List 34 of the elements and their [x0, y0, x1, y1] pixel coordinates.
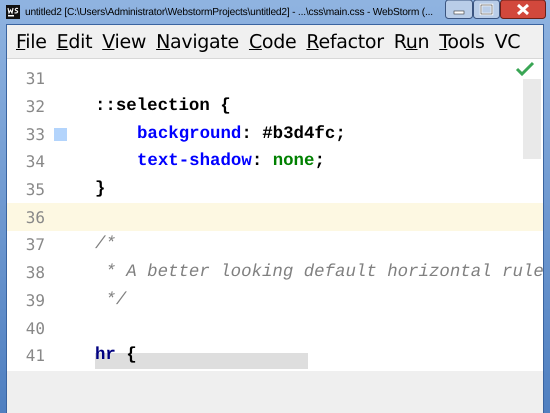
code-line: text-shadow: none;	[137, 152, 325, 172]
menu-item[interactable]: Run	[388, 30, 434, 52]
code-line: ::selection {	[95, 97, 231, 116]
window-title: untitled2 [C:\Users\Administrator\WebstormProjects\untitled2] - ...\css\main.css - WebStorm (...	[25, 6, 433, 18]
code-line: */	[104, 290, 126, 310]
menu-item[interactable]: File	[11, 30, 52, 52]
line-number: 41	[24, 346, 45, 366]
code-line: * A better looking default horizontal rule	[104, 263, 543, 282]
close-button[interactable]	[500, 0, 546, 19]
line-number: 35	[24, 180, 45, 200]
code-line: background: #b3d4fc;	[137, 124, 346, 144]
code-line: }	[95, 180, 106, 200]
color-swatch[interactable]	[54, 128, 67, 141]
line-number: 37	[24, 235, 45, 254]
menu-item[interactable]: Navigate	[151, 30, 244, 52]
minimize-button[interactable]	[445, 0, 473, 19]
line-number: 34	[24, 152, 45, 172]
line-number: 38	[24, 263, 45, 282]
line-number: 40	[24, 318, 45, 338]
menu-item[interactable]: Code	[244, 30, 302, 52]
line-number: 39	[24, 290, 45, 310]
line-number: 33	[24, 124, 45, 144]
menu-item[interactable]: Refactor	[301, 30, 389, 52]
menu-item[interactable]: Edit	[52, 30, 98, 52]
code-line: /*	[95, 235, 116, 254]
menu-item[interactable]: Tools	[434, 30, 490, 52]
menu-item[interactable]: VC	[490, 30, 526, 52]
maximize-button[interactable]	[473, 0, 500, 19]
menu-item[interactable]: View	[97, 30, 152, 52]
code-line: hr {	[95, 346, 137, 366]
line-number: 36	[24, 208, 45, 227]
app-icon	[6, 5, 20, 19]
line-number: 31	[24, 69, 45, 88]
line-number: 32	[24, 97, 45, 116]
